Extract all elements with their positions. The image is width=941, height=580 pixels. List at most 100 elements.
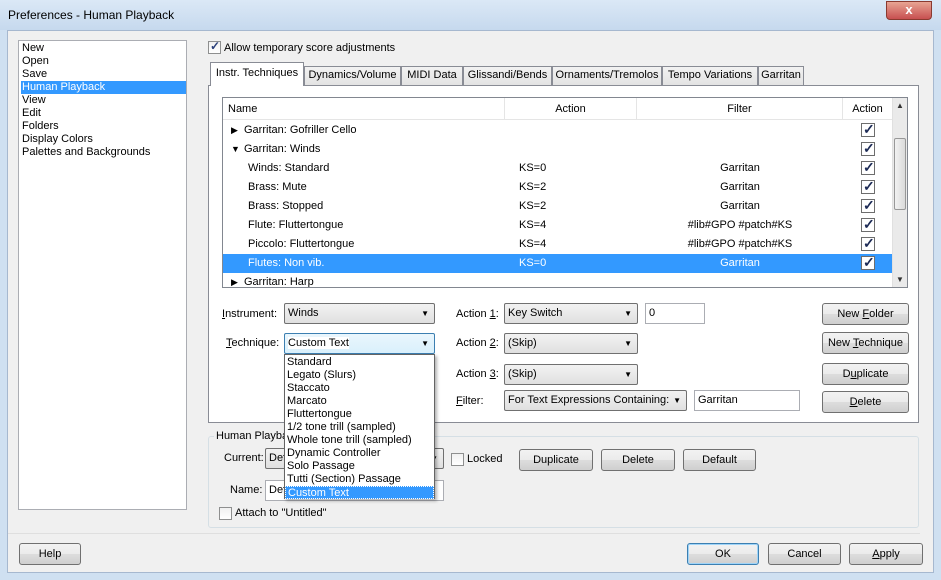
row-filter: Garritan <box>720 257 760 269</box>
row-name: Garritan: Gofriller Cello <box>244 124 357 136</box>
cancel-button[interactable]: Cancel <box>768 543 841 565</box>
new-technique-button[interactable]: New Technique <box>822 332 909 354</box>
ok-button[interactable]: OK <box>687 543 759 565</box>
technique-option[interactable]: Tutti (Section) Passage <box>285 473 434 486</box>
row-filter <box>637 273 843 287</box>
tab-midi-data[interactable]: MIDI Data <box>401 66 463 85</box>
tab-tempo-variations[interactable]: Tempo Variations <box>662 66 758 85</box>
technique-select[interactable]: Custom Text ▼ <box>284 333 435 354</box>
expand-arrow-icon[interactable]: ▶ <box>231 273 238 287</box>
chevron-down-icon: ▼ <box>421 309 429 318</box>
delete-technique-button[interactable]: Delete <box>822 391 909 413</box>
table-row[interactable]: Brass: Mute KS=2 Garritan <box>223 177 892 197</box>
category-item[interactable]: Folders <box>21 120 186 133</box>
row-enabled-checkbox[interactable] <box>861 253 875 272</box>
current-label: Current: <box>224 452 264 464</box>
scroll-down-arrow-icon[interactable]: ▼ <box>893 273 907 287</box>
chevron-down-icon: ▼ <box>673 396 681 405</box>
technique-option[interactable]: Staccato <box>285 382 434 395</box>
duplicate-style-button[interactable]: Duplicate <box>519 449 593 471</box>
action1-label: Action 1: <box>456 308 499 320</box>
delete-style-button[interactable]: Delete <box>601 449 675 471</box>
attach-checkbox[interactable] <box>219 507 232 520</box>
technique-option[interactable]: Dynamic Controller <box>285 447 434 460</box>
row-enabled-checkbox[interactable] <box>861 139 875 158</box>
table-row[interactable]: Winds: Standard KS=0 Garritan <box>223 158 892 178</box>
table-row[interactable]: ▶ Garritan: Gofriller Cello <box>223 120 892 140</box>
row-filter: Garritan <box>720 181 760 193</box>
name-label: Name: <box>230 484 263 496</box>
category-item[interactable]: Human Playback <box>21 81 186 94</box>
filter-label: Filter: <box>456 395 484 407</box>
filter-select[interactable]: For Text Expressions Containing: ▼ <box>504 390 687 411</box>
chevron-down-icon: ▼ <box>624 370 632 379</box>
collapse-arrow-icon[interactable]: ▼ <box>231 140 240 159</box>
scroll-up-arrow-icon[interactable]: ▲ <box>893 99 907 113</box>
tab-dynamics-volume[interactable]: Dynamics/Volume <box>304 66 401 85</box>
row-enabled-checkbox[interactable] <box>861 215 875 234</box>
header-filter[interactable]: Filter <box>637 98 843 120</box>
action3-select[interactable]: (Skip) ▼ <box>504 364 638 385</box>
row-enabled-checkbox[interactable] <box>861 196 875 215</box>
category-item[interactable]: View <box>21 94 186 107</box>
default-style-button[interactable]: Default <box>683 449 756 471</box>
category-list[interactable]: New Open Save Human Playback View Edit Folders… <box>18 40 187 510</box>
row-filter: Garritan <box>720 200 760 212</box>
table-row[interactable]: Flute: Fluttertongue KS=4 #lib#GPO #patch#… <box>223 215 892 235</box>
category-item[interactable]: Save <box>21 68 186 81</box>
instrument-select[interactable]: Winds ▼ <box>284 303 435 324</box>
scroll-thumb[interactable] <box>894 138 906 210</box>
header-action-enabled[interactable]: Action <box>843 98 892 120</box>
row-action: KS=0 <box>519 162 547 174</box>
row-enabled-checkbox[interactable] <box>861 120 875 139</box>
technique-option[interactable]: Whole tone trill (sampled) <box>285 434 434 447</box>
allow-temp-label: Allow temporary score adjustments <box>224 42 396 54</box>
technique-option[interactable]: Marcato <box>285 395 434 408</box>
technique-dropdown-list[interactable]: Standard Legato (Slurs) Staccato Marcato Flu… <box>284 354 435 499</box>
table-row[interactable]: ▼ Garritan: Winds <box>223 139 892 159</box>
category-item[interactable]: Display Colors <box>21 133 186 146</box>
technique-option[interactable]: Fluttertongue <box>285 408 434 421</box>
technique-option[interactable]: Custom Text <box>285 486 434 499</box>
category-item[interactable]: New <box>21 42 186 55</box>
table-row[interactable]: Flutes: Non vib. KS=0 Garritan <box>223 253 892 273</box>
header-action[interactable]: Action <box>505 98 637 120</box>
row-name: Brass: Stopped <box>248 200 324 212</box>
category-item[interactable]: Edit <box>21 107 186 120</box>
row-enabled-checkbox[interactable] <box>861 234 875 253</box>
tab-ornaments-tremolos[interactable]: Ornaments/Tremolos <box>552 66 662 85</box>
action2-select[interactable]: (Skip) ▼ <box>504 333 638 354</box>
action1-value-field[interactable]: 0 <box>645 303 705 324</box>
technique-option[interactable]: Standard <box>285 356 434 369</box>
new-folder-button[interactable]: New Folder <box>822 303 909 325</box>
table-row[interactable]: Brass: Stopped KS=2 Garritan <box>223 196 892 216</box>
technique-option[interactable]: Solo Passage <box>285 460 434 473</box>
filter-text-field[interactable]: Garritan <box>694 390 800 411</box>
close-button[interactable]: x <box>886 1 932 20</box>
row-name: Garritan: Winds <box>244 143 321 155</box>
table-header: Name Action Filter Action <box>223 98 892 120</box>
action1-select[interactable]: Key Switch ▼ <box>504 303 638 324</box>
row-enabled-checkbox[interactable] <box>861 158 875 177</box>
tab-garritan[interactable]: Garritan <box>758 66 804 85</box>
row-filter <box>637 121 843 140</box>
tab-instr-techniques[interactable]: Instr. Techniques <box>210 62 304 86</box>
table-row[interactable]: Piccolo: Fluttertongue KS=4 #lib#GPO #patc… <box>223 234 892 254</box>
category-item[interactable]: Palettes and Backgrounds <box>21 146 186 159</box>
technique-table[interactable]: Name Action Filter Action ▶ Garritan: Gof… <box>222 97 908 288</box>
row-action: KS=2 <box>519 200 547 212</box>
help-button[interactable]: Help <box>19 543 81 565</box>
tab-glissandi-bends[interactable]: Glissandi/Bends <box>463 66 552 85</box>
header-name[interactable]: Name <box>223 98 505 120</box>
expand-arrow-icon[interactable]: ▶ <box>231 121 238 140</box>
row-filter: #lib#GPO #patch#KS <box>687 238 793 250</box>
category-item[interactable]: Open <box>21 55 186 68</box>
allow-temp-checkbox[interactable] <box>208 39 221 54</box>
technique-option[interactable]: 1/2 tone trill (sampled) <box>285 421 434 434</box>
duplicate-technique-button[interactable]: Duplicate <box>822 363 909 385</box>
technique-option[interactable]: Legato (Slurs) <box>285 369 434 382</box>
apply-button[interactable]: Apply <box>849 543 923 565</box>
table-row[interactable]: ▶ Garritan: Harp <box>223 273 892 287</box>
row-enabled-checkbox[interactable] <box>861 177 875 196</box>
locked-checkbox[interactable] <box>451 453 464 466</box>
